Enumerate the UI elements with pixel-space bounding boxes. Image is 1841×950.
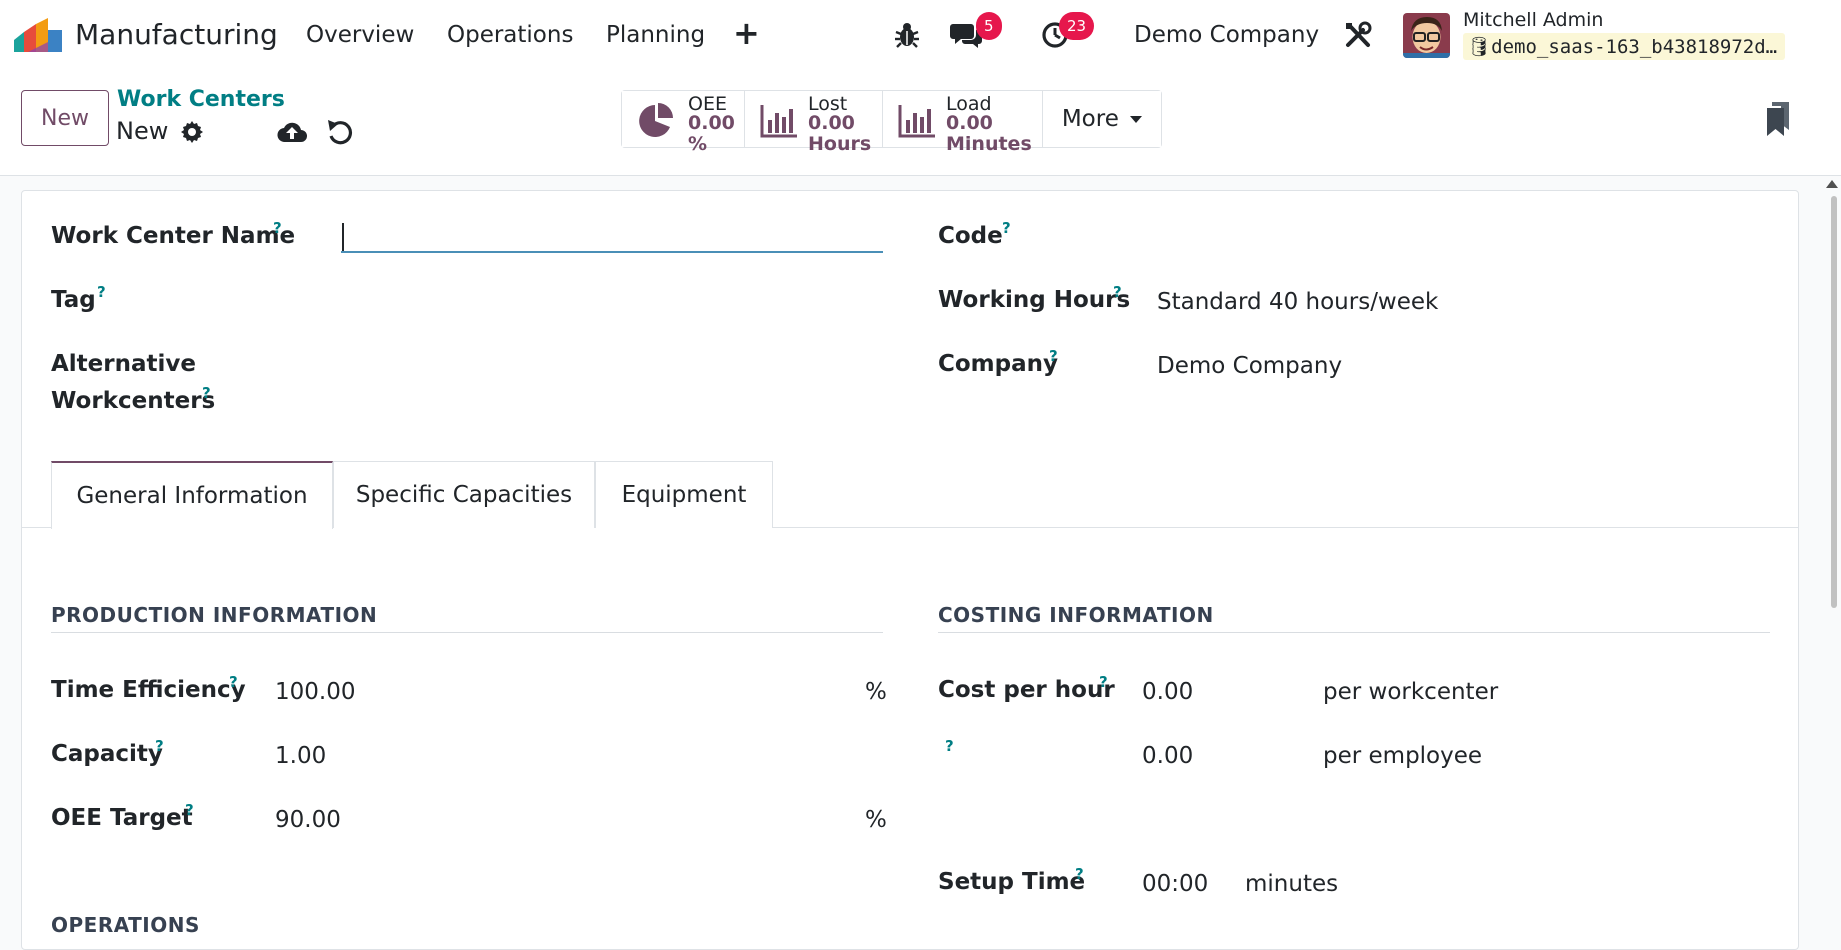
user-avatar[interactable] xyxy=(1403,13,1450,58)
help-tooltip-icon[interactable]: ? xyxy=(185,801,194,819)
gear-icon[interactable] xyxy=(180,120,204,144)
bar-chart-icon xyxy=(898,105,935,138)
caret-down-icon xyxy=(1130,116,1143,123)
top-navbar: Manufacturing Overview Operations Planni… xyxy=(0,0,1841,72)
help-tooltip-icon[interactable]: ? xyxy=(1099,673,1108,691)
record-title: New xyxy=(116,117,169,145)
oee-value: 0.00% xyxy=(688,112,735,155)
menu-overview[interactable]: Overview xyxy=(306,22,414,48)
setup-time-label: Setup Time xyxy=(938,869,1086,895)
tab-general-information[interactable]: General Information xyxy=(51,461,333,529)
database-name: demo_saas-163_b43818972d… xyxy=(1491,36,1778,58)
activities-count-badge: 23 xyxy=(1059,12,1095,40)
help-tooltip-icon[interactable]: ? xyxy=(155,737,164,755)
cost-per-hour-label: Cost per hour xyxy=(938,677,1115,703)
time-efficiency-field[interactable]: 100.00 xyxy=(275,679,355,705)
menu-add-button[interactable]: + xyxy=(733,14,760,52)
company-label: Company xyxy=(938,351,1058,377)
help-tooltip-icon[interactable]: ? xyxy=(945,737,954,755)
save-cloud-upload-icon[interactable] xyxy=(277,118,307,146)
cost-per-hour-field[interactable]: 0.00 xyxy=(1142,679,1193,705)
oee-stat-button[interactable]: OEE 0.00% xyxy=(622,91,745,155)
company-switcher[interactable]: Demo Company xyxy=(1134,22,1319,48)
form-sheet: Work Center Name ? Tag ? Alternative Wor… xyxy=(21,190,1799,950)
working-hours-field[interactable]: Standard 40 hours/week xyxy=(1157,289,1438,315)
alternative-workcenters-label-line2: Workcenters xyxy=(51,388,216,414)
debug-bug-icon[interactable] xyxy=(892,20,922,50)
manufacturing-app-icon[interactable] xyxy=(14,18,62,52)
costing-information-title: COSTING INFORMATION xyxy=(938,603,1214,627)
capacity-label: Capacity xyxy=(51,741,163,767)
tag-label: Tag xyxy=(51,287,96,313)
user-name[interactable]: Mitchell Admin xyxy=(1463,9,1603,31)
more-label: More xyxy=(1061,106,1119,132)
scrollbar-thumb[interactable] xyxy=(1831,196,1837,608)
help-tooltip-icon[interactable]: ? xyxy=(1075,865,1084,883)
smart-buttons: OEE 0.00% Lost 0.00 Hours Load 0.00 Minu… xyxy=(621,90,1162,155)
pie-chart-icon xyxy=(639,103,673,137)
operations-title: OPERATIONS xyxy=(51,913,200,937)
work-center-name-label: Work Center Name xyxy=(51,223,296,249)
percent-unit: % xyxy=(865,679,887,705)
oee-target-field[interactable]: 90.00 xyxy=(275,807,341,833)
load-value: 0.00 Minutes xyxy=(946,112,1032,155)
oee-target-label: OEE Target xyxy=(51,805,193,831)
percent-unit: % xyxy=(865,807,887,833)
load-stat-button[interactable]: Load 0.00 Minutes xyxy=(883,91,1043,155)
help-tooltip-icon[interactable]: ? xyxy=(97,283,106,301)
messages-count-badge: 5 xyxy=(976,12,1002,40)
tab-equipment[interactable]: Equipment xyxy=(595,461,773,528)
more-dropdown-button[interactable]: More xyxy=(1043,91,1161,147)
help-tooltip-icon[interactable]: ? xyxy=(1002,219,1011,237)
code-label: Code xyxy=(938,223,1003,249)
setup-time-unit: minutes xyxy=(1245,871,1339,897)
section-divider xyxy=(938,632,1770,633)
menu-operations[interactable]: Operations xyxy=(447,22,573,48)
scroll-up-arrow-icon[interactable] xyxy=(1826,180,1838,188)
bookmark-icon[interactable] xyxy=(1765,102,1791,136)
lost-stat-button[interactable]: Lost 0.00 Hours xyxy=(745,91,883,155)
employee-cost-field[interactable]: 0.00 xyxy=(1142,743,1193,769)
help-tooltip-icon[interactable]: ? xyxy=(273,219,282,237)
text-caret xyxy=(342,223,344,251)
database-icon: 🛢 xyxy=(1467,36,1492,58)
working-hours-label: Working Hours xyxy=(938,287,1131,313)
section-divider xyxy=(51,632,883,633)
cost-unit-workcenter: per workcenter xyxy=(1323,679,1499,705)
settings-tools-icon[interactable] xyxy=(1343,20,1373,50)
alternative-workcenters-label-line1: Alternative xyxy=(51,351,196,377)
control-panel: New Work Centers New OEE 0.00% Lost 0.00… xyxy=(0,72,1841,176)
database-name-badge: 🛢demo_saas-163_b43818972d… xyxy=(1463,33,1786,60)
help-tooltip-icon[interactable]: ? xyxy=(229,673,238,691)
app-name[interactable]: Manufacturing xyxy=(75,18,278,51)
cost-unit-employee: per employee xyxy=(1323,743,1483,769)
help-tooltip-icon[interactable]: ? xyxy=(202,384,211,402)
new-record-button[interactable]: New xyxy=(21,90,109,146)
bar-chart-icon xyxy=(760,105,797,138)
work-center-name-input[interactable] xyxy=(341,219,883,253)
discard-undo-icon[interactable] xyxy=(326,118,354,146)
company-field[interactable]: Demo Company xyxy=(1157,353,1342,379)
menu-planning[interactable]: Planning xyxy=(606,22,705,48)
breadcrumb-work-centers[interactable]: Work Centers xyxy=(117,87,285,112)
setup-time-field[interactable]: 00:00 xyxy=(1142,871,1208,897)
capacity-field[interactable]: 1.00 xyxy=(275,743,326,769)
help-tooltip-icon[interactable]: ? xyxy=(1113,283,1122,301)
production-information-title: PRODUCTION INFORMATION xyxy=(51,603,378,627)
tab-specific-capacities[interactable]: Specific Capacities xyxy=(333,461,595,528)
time-efficiency-label: Time Efficiency xyxy=(51,677,246,703)
lost-value: 0.00 Hours xyxy=(808,112,872,155)
help-tooltip-icon[interactable]: ? xyxy=(1049,347,1058,365)
